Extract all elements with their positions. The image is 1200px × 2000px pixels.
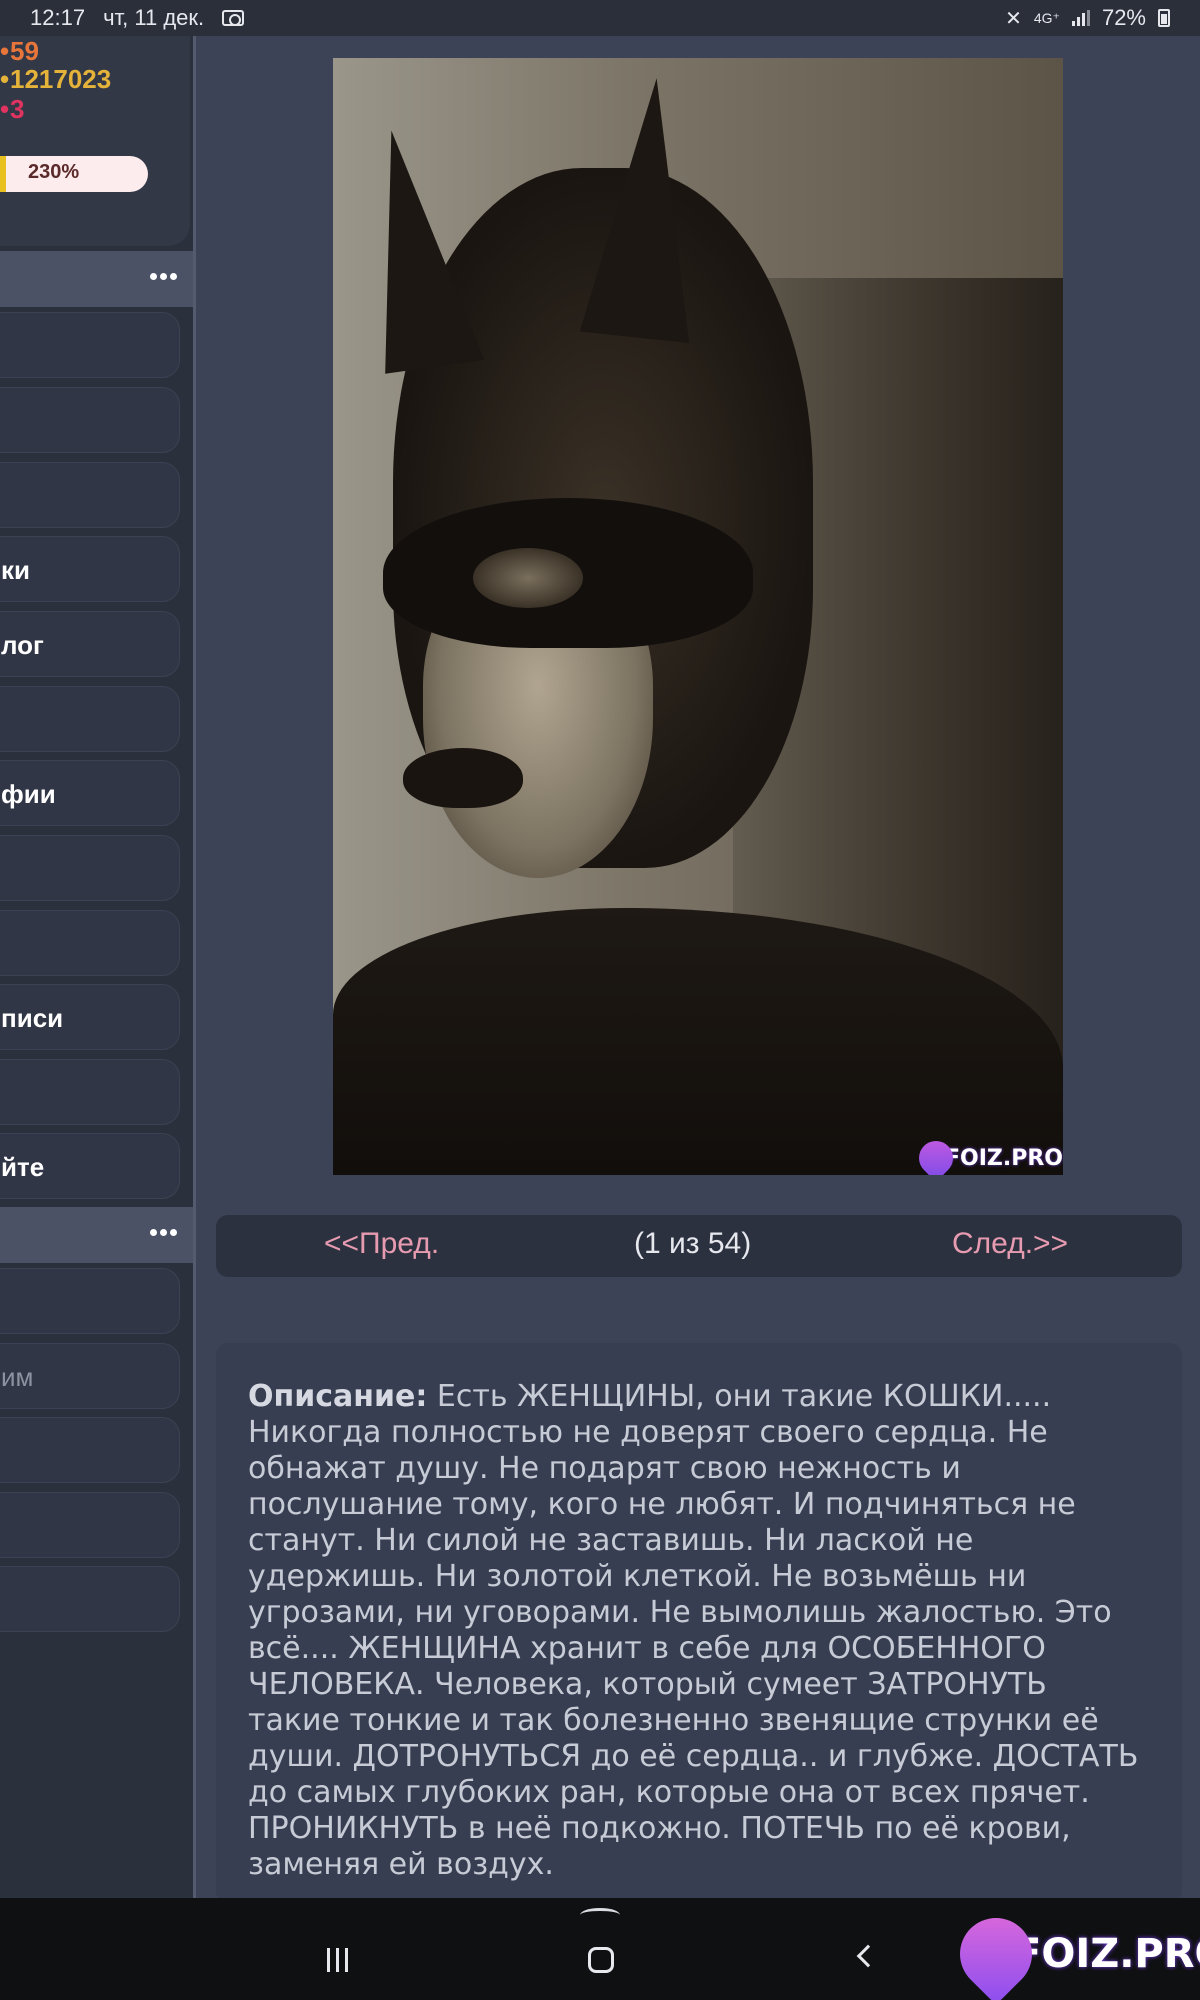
recents-button[interactable] [327, 1948, 348, 1972]
user-stats-panel: •59 •1217023 •3 230% [0, 36, 190, 246]
description-text: Есть ЖЕНЩИНЫ, они такие КОШКИ..... Никог… [248, 1379, 1139, 1882]
sidebar-menu-item[interactable]: ки [0, 536, 180, 602]
battery-icon [1158, 9, 1170, 27]
sidebar-menu-item[interactable] [0, 1417, 180, 1483]
sidebar-menu-item[interactable] [0, 1059, 180, 1125]
sidebar-menu-item[interactable]: им [0, 1343, 180, 1409]
system-navigation-bar: FOIZ.PRO [0, 1898, 1200, 2000]
sidebar-menu-item[interactable] [0, 835, 180, 901]
gallery-photo[interactable]: FOIZ.PRO [333, 58, 1063, 1175]
photo-watermark: FOIZ.PRO [911, 1133, 1063, 1175]
sidebar-menu-item[interactable] [0, 910, 180, 976]
sidebar-menu-item[interactable]: йте [0, 1133, 180, 1199]
network-type: 4G⁺ [1033, 9, 1060, 26]
photo-pager: <<Пред. (1 из 54) След.>> [216, 1215, 1182, 1277]
sidebar-menu-item[interactable] [0, 387, 180, 453]
activity-progress-bar: 230% [0, 156, 148, 192]
sidebar: •59 •1217023 •3 230% ки лог фии писи йте… [0, 36, 196, 1898]
sidebar-menu-item[interactable] [0, 312, 180, 378]
more-icon[interactable] [150, 1229, 177, 1236]
sidebar-menu-item[interactable]: лог [0, 611, 180, 677]
screenshot-icon [222, 10, 245, 26]
sidebar-menu-item[interactable]: фии [0, 760, 180, 826]
sidebar-menu-item[interactable] [0, 1566, 180, 1632]
expand-up-icon[interactable] [580, 1908, 620, 1922]
home-button[interactable] [588, 1947, 614, 1973]
mute-icon: ✕ [1005, 7, 1022, 30]
description-card: Описание: Есть ЖЕНЩИНЫ, они такие КОШКИ.… [216, 1343, 1182, 1903]
next-photo-link[interactable]: След.>> [952, 1227, 1068, 1261]
coins-icon: • [0, 64, 10, 94]
stat-hearts: •3 [0, 94, 25, 124]
status-date: чт, 11 дек. [103, 5, 205, 30]
photo-counter: (1 из 54) [634, 1227, 752, 1260]
sidebar-menu-item[interactable]: писи [0, 984, 180, 1050]
prev-photo-link[interactable]: <<Пред. [324, 1227, 439, 1261]
menu-section-header-1[interactable] [0, 251, 193, 307]
brand-watermark: FOIZ.PRO [945, 1903, 1200, 2000]
sidebar-menu-item[interactable] [0, 1492, 180, 1558]
heart-logo-icon [945, 1903, 1047, 2000]
status-bar: 12:17 чт, 11 дек. ✕ 4G⁺ 72% [0, 0, 1200, 36]
menu-section-header-2[interactable] [0, 1207, 193, 1263]
sidebar-menu-item[interactable] [0, 1268, 180, 1334]
battery-level: 72% [1101, 5, 1146, 30]
stat-rating: •59 [0, 36, 39, 66]
stat-coins: •1217023 [0, 64, 112, 94]
more-icon[interactable] [150, 273, 177, 280]
sidebar-menu-item[interactable] [0, 462, 180, 528]
description-label: Описание: [248, 1379, 428, 1414]
rating-icon: • [0, 36, 10, 66]
photo-description: Описание: Есть ЖЕНЩИНЫ, они такие КОШКИ.… [248, 1379, 1148, 1883]
back-button[interactable] [856, 1944, 880, 1968]
signal-icon [1071, 10, 1090, 26]
sidebar-menu-item[interactable] [0, 686, 180, 752]
heart-icon: • [0, 94, 10, 124]
status-time: 12:17 [30, 5, 86, 30]
